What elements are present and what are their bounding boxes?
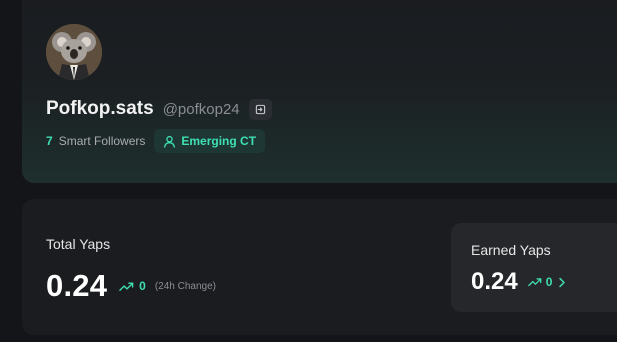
profile-card (22, 0, 617, 183)
login-icon (255, 104, 265, 114)
trending-up-icon (527, 277, 542, 287)
profile-name-row: Pofkop.sats @pofkop24 (46, 96, 272, 122)
profile-meta-row: 7 Smart Followers Emerging CT (46, 129, 266, 153)
profile-link-button[interactable] (248, 98, 272, 120)
avatar[interactable] (46, 24, 102, 80)
earned-yaps-value: 0.24 (471, 268, 518, 295)
smart-followers-label: Smart Followers (58, 134, 146, 148)
earned-yaps-row[interactable]: 0.24 0 (471, 266, 566, 298)
total-yaps-row: 0.24 0 (24h Change) (46, 266, 216, 306)
smart-followers-count: 7 (46, 134, 53, 148)
display-name: Pofkop.sats (46, 98, 154, 119)
change-note: (24h Change) (154, 280, 216, 292)
earned-yaps-change: 0 (545, 275, 553, 289)
handle[interactable]: @pofkop24 (163, 101, 240, 118)
total-yaps-label: Total Yaps (46, 236, 111, 252)
earned-yaps-label: Earned Yaps (471, 242, 551, 258)
total-yaps-change: 0 (139, 279, 146, 293)
trending-up-icon (119, 281, 134, 292)
user-icon (164, 135, 176, 148)
chevron-right-icon[interactable] (558, 277, 566, 288)
koala-avatar-icon (46, 24, 102, 80)
emerging-ct-label: Emerging CT (181, 134, 257, 148)
total-yaps-value: 0.24 (46, 268, 108, 303)
emerging-ct-badge[interactable]: Emerging CT (154, 129, 266, 153)
